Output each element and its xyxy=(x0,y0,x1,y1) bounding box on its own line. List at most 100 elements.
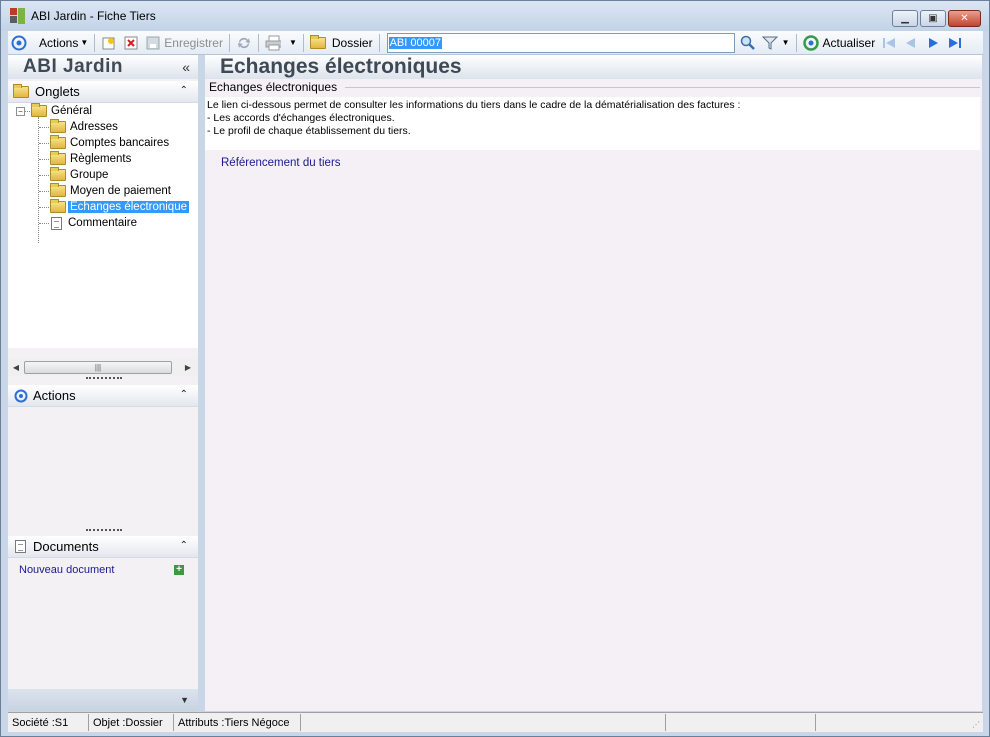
folder-icon xyxy=(50,135,66,149)
tree-item-moyen-de-paiement[interactable]: Moyen de paiement xyxy=(50,183,173,199)
save-label: Enregistrer xyxy=(164,35,223,50)
tree-item-label: Adresses xyxy=(70,121,118,133)
left-panel-footer: ▼ xyxy=(8,689,198,711)
delete-button[interactable] xyxy=(120,32,142,54)
group-divider xyxy=(345,87,980,88)
status-empty-cell xyxy=(301,714,666,731)
tree-item-label: Commentaire xyxy=(68,217,138,229)
folder-icon xyxy=(50,151,66,165)
search-button[interactable] xyxy=(737,32,759,54)
tree-item-commentaire[interactable]: Commentaire xyxy=(48,215,139,231)
save-button[interactable]: Enregistrer xyxy=(142,32,226,54)
folder-icon xyxy=(50,183,66,197)
folder-button[interactable]: Dossier xyxy=(307,32,376,54)
new-button[interactable] xyxy=(98,32,120,54)
filter-icon xyxy=(761,35,778,51)
tree-item-comptes-bancaires[interactable]: Comptes bancaires xyxy=(50,135,171,151)
toolbar-divider xyxy=(302,33,304,52)
target-icon xyxy=(13,388,29,404)
referencement-link[interactable]: Référencement du tiers xyxy=(221,157,341,169)
tabs-section-header[interactable]: Onglets ⌃ xyxy=(8,81,198,103)
title-bar[interactable]: ABI Jardin - Fiche Tiers ▁ ▣ ✕ xyxy=(1,1,989,31)
refresh-icon xyxy=(802,34,819,51)
maximize-button[interactable]: ▣ xyxy=(920,10,946,27)
new-document-link[interactable]: Nouveau document xyxy=(19,564,114,576)
previous-record-button[interactable] xyxy=(900,32,922,54)
application-window: ABI Jardin - Fiche Tiers ▁ ▣ ✕ Actions ▼ xyxy=(0,0,990,737)
record-search-input[interactable]: ABI 00007 xyxy=(386,32,735,53)
tree-expander[interactable]: − xyxy=(16,107,25,116)
document-icon xyxy=(15,540,26,553)
status-objet: Objet :Dossier xyxy=(89,714,174,731)
toolbar-divider xyxy=(257,33,259,52)
search-input-value: ABI 00007 xyxy=(388,36,442,49)
save-icon xyxy=(145,35,161,51)
resize-grip-icon[interactable]: ⋰ xyxy=(972,720,980,729)
collapse-section-icon[interactable]: ⌃ xyxy=(180,85,188,96)
tree-item-label: Général xyxy=(51,105,92,117)
folder-icon xyxy=(309,34,326,49)
dropdown-arrow-icon: ▼ xyxy=(80,38,89,47)
magnifier-icon xyxy=(740,35,756,51)
print-dropdown-icon: ▼ xyxy=(288,38,297,47)
refresh-label: Actualiser xyxy=(822,35,876,50)
documents-section-header[interactable]: Documents ⌃ xyxy=(8,536,198,558)
window-title-separator: - xyxy=(86,9,98,23)
tree-item-general[interactable]: Général xyxy=(31,103,94,119)
previous-record-icon xyxy=(903,35,919,51)
tree-item-adresses[interactable]: Adresses xyxy=(50,119,120,135)
open-folder-icon xyxy=(50,199,66,213)
toolbar: Actions ▼ Enregistrer ▼ Dossier ABI 0000… xyxy=(8,31,983,55)
info-line: Le lien ci-dessous permet de consulter l… xyxy=(207,99,741,111)
folder-icon xyxy=(50,119,66,133)
expand-down-icon[interactable]: ▼ xyxy=(180,695,189,705)
print-button[interactable]: ▼ xyxy=(262,32,300,54)
splitter-grip[interactable] xyxy=(86,377,122,380)
collapse-panel-icon[interactable]: « xyxy=(182,59,190,75)
close-button[interactable]: ✕ xyxy=(948,10,981,27)
status-societe: Société :S1 xyxy=(8,714,89,731)
folder-icon xyxy=(31,103,47,117)
minimize-button[interactable]: ▁ xyxy=(892,10,918,27)
tree-item-groupe[interactable]: Groupe xyxy=(50,167,110,183)
toolbar-divider xyxy=(94,33,96,52)
actions-section-header[interactable]: Actions ⌃ xyxy=(8,385,198,407)
refresh-button[interactable]: Actualiser xyxy=(800,32,879,54)
splitter-grip[interactable] xyxy=(86,529,122,532)
tabs-tree: − Général Adresses Comptes bancaires Règ… xyxy=(8,103,198,348)
actions-section: Actions ⌃ xyxy=(8,385,198,525)
status-empty-cell xyxy=(666,714,816,731)
target-icon xyxy=(11,35,27,51)
next-record-button[interactable] xyxy=(922,32,944,54)
add-document-icon[interactable]: + xyxy=(174,565,184,575)
tree-item-echanges-electronique[interactable]: Echanges électronique xyxy=(50,199,189,215)
documents-section: Documents ⌃ Nouveau document + xyxy=(8,536,198,711)
tree-horizontal-scrollbar[interactable]: ◀ ||| ▶ xyxy=(8,359,198,376)
scrollbar-thumb[interactable]: ||| xyxy=(24,361,172,374)
actions-menu-button[interactable]: Actions ▼ xyxy=(8,32,91,54)
sync-button[interactable] xyxy=(233,32,255,54)
filter-button[interactable]: ▼ xyxy=(759,32,793,54)
toolbar-divider xyxy=(228,33,230,52)
folder-icon xyxy=(13,83,29,98)
tree-item-label: Echanges électronique xyxy=(68,201,189,213)
first-record-button[interactable] xyxy=(878,32,900,54)
info-line: - Le profil de chaque établissement du t… xyxy=(207,125,411,137)
left-panel-header: ABI Jardin « xyxy=(8,55,198,79)
last-record-button[interactable] xyxy=(944,32,966,54)
info-line: - Les accords d'échanges électroniques. xyxy=(207,112,395,124)
scroll-right-icon[interactable]: ▶ xyxy=(180,363,196,372)
actions-section-title: Actions xyxy=(33,388,76,403)
printer-icon xyxy=(265,35,281,51)
collapse-section-icon[interactable]: ⌃ xyxy=(180,389,188,400)
app-logo-icon xyxy=(10,8,26,24)
maximize-icon: ▣ xyxy=(928,13,938,24)
tree-item-reglements[interactable]: Règlements xyxy=(50,151,133,167)
collapse-section-icon[interactable]: ⌃ xyxy=(180,540,188,551)
scroll-left-icon[interactable]: ◀ xyxy=(8,363,24,372)
new-document-row: Nouveau document + xyxy=(8,558,198,576)
status-bar: Société :S1 Objet :Dossier Attributs :Ti… xyxy=(8,712,983,732)
status-attributs: Attributs :Tiers Négoce xyxy=(174,714,301,731)
tree-item-label: Comptes bancaires xyxy=(70,137,170,149)
page-title: Echanges électroniques xyxy=(205,55,982,79)
